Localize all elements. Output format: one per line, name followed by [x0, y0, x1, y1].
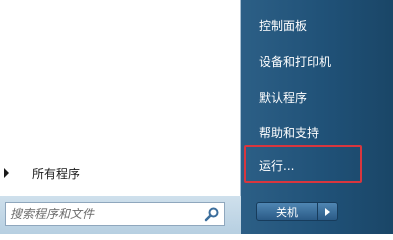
program-list-pane: 所有程序	[0, 0, 241, 196]
search-area	[0, 196, 241, 234]
arrow-right-icon	[325, 207, 330, 216]
run-highlight-box	[244, 145, 362, 183]
devices-printers-item[interactable]: 设备和打印机	[259, 53, 331, 70]
search-input[interactable]	[6, 205, 200, 223]
shutdown-button[interactable]: 关机	[256, 202, 318, 221]
start-menu: 所有程序 控制面板 设备和打印机 默认程序 帮助和支持 运行... 关机	[0, 0, 393, 234]
all-programs-item[interactable]: 所有程序	[0, 160, 240, 186]
arrow-right-icon	[4, 168, 9, 178]
search-icon[interactable]	[204, 206, 220, 222]
help-support-item[interactable]: 帮助和支持	[259, 124, 319, 141]
control-panel-item[interactable]: 控制面板	[259, 17, 307, 34]
default-programs-item[interactable]: 默认程序	[259, 89, 307, 106]
shutdown-options-button[interactable]	[318, 202, 338, 221]
shutdown-group: 关机	[256, 202, 338, 221]
right-pane	[241, 0, 393, 234]
all-programs-label: 所有程序	[32, 167, 81, 181]
search-box[interactable]	[5, 202, 225, 226]
